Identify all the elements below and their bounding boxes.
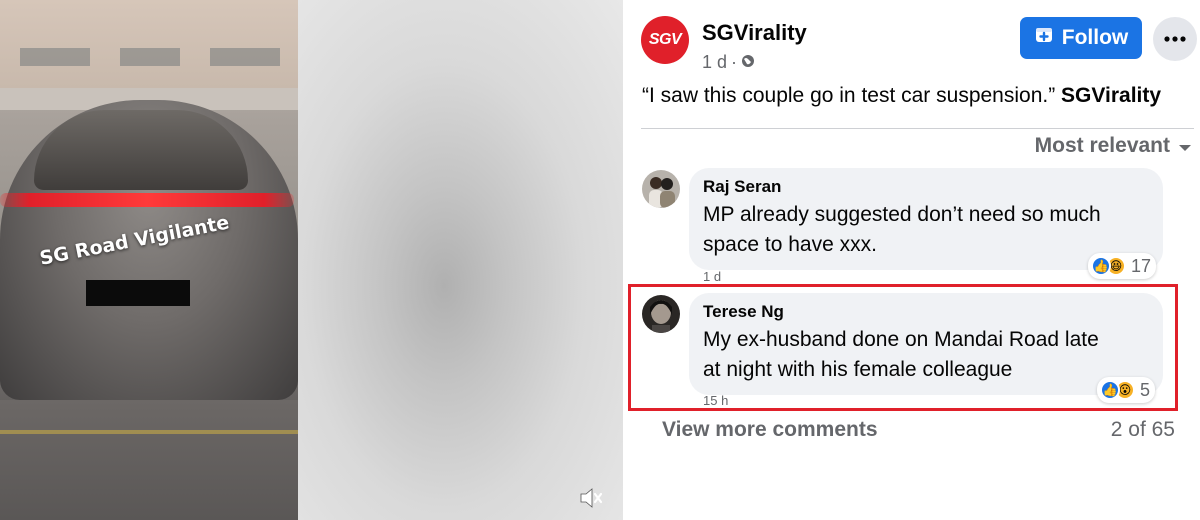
comment-reactions[interactable]: 👍 😮 5 <box>1097 377 1156 403</box>
ground <box>0 400 298 520</box>
page-name[interactable]: SGVirality <box>702 20 807 46</box>
comment-time[interactable]: 15 h <box>703 393 728 408</box>
reaction-count: 17 <box>1131 255 1152 276</box>
comment-text-line: at night with his female colleague <box>703 358 1013 381</box>
car-rear-window <box>34 110 248 190</box>
caret-down-icon <box>1178 134 1192 158</box>
post-caption: “I saw this couple go in test car suspen… <box>642 84 1161 108</box>
page-avatar-logo: SGV <box>648 31 682 48</box>
commenter-avatar[interactable] <box>642 295 680 333</box>
view-more-comments-link[interactable]: View more comments <box>662 418 878 442</box>
blurred-background <box>298 0 623 520</box>
speaker-muted-icon[interactable] <box>576 484 606 512</box>
caption-page-tag[interactable]: SGVirality <box>1061 84 1161 107</box>
background-building <box>0 0 298 95</box>
commenter-avatar[interactable] <box>642 170 680 208</box>
comment-text-line: My ex-husband done on Mandai Road late <box>703 328 1099 351</box>
follow-icon <box>1034 25 1054 51</box>
video-frame: SG Road Vigilante <box>0 0 298 520</box>
like-reaction-icon: 👍 <box>1091 256 1111 276</box>
post-meta: 1 d · <box>702 52 755 73</box>
comment-author[interactable]: Terese Ng <box>703 302 1149 322</box>
comment-author[interactable]: Raj Seran <box>703 177 1149 197</box>
more-horizontal-icon[interactable] <box>1153 17 1197 61</box>
reaction-count: 5 <box>1140 379 1151 400</box>
comment-text-line: space to have xxx. <box>703 233 877 256</box>
comment-bubble: Terese Ng My ex-husband done on Mandai R… <box>689 293 1163 395</box>
road-marking <box>0 430 298 434</box>
comment-count: 2 of 65 <box>1110 418 1175 441</box>
post-panel: SGV SGVirality 1 d · Follow “I saw this … <box>623 0 1200 520</box>
comment-sort-dropdown[interactable]: Most relevant <box>1035 134 1192 158</box>
sort-label: Most relevant <box>1034 134 1170 157</box>
follow-label: Follow <box>1061 26 1129 49</box>
post-time[interactable]: 1 d <box>702 52 727 73</box>
divider <box>641 128 1194 129</box>
comment-text-line: MP already suggested don’t need so much <box>703 203 1101 226</box>
video-player[interactable]: SG Road Vigilante <box>0 0 623 520</box>
censored-license-plate <box>86 280 190 306</box>
globe-icon <box>741 52 755 73</box>
caption-text: “I saw this couple go in test car suspen… <box>642 84 1056 107</box>
comment-reactions[interactable]: 👍 😆 17 <box>1088 253 1157 279</box>
comment-time[interactable]: 1 d <box>703 269 721 284</box>
meta-separator: · <box>731 52 738 72</box>
car-taillight-bar <box>0 193 294 207</box>
like-reaction-icon: 👍 <box>1100 380 1120 400</box>
follow-button[interactable]: Follow <box>1020 17 1142 59</box>
page-avatar[interactable]: SGV <box>641 16 689 64</box>
